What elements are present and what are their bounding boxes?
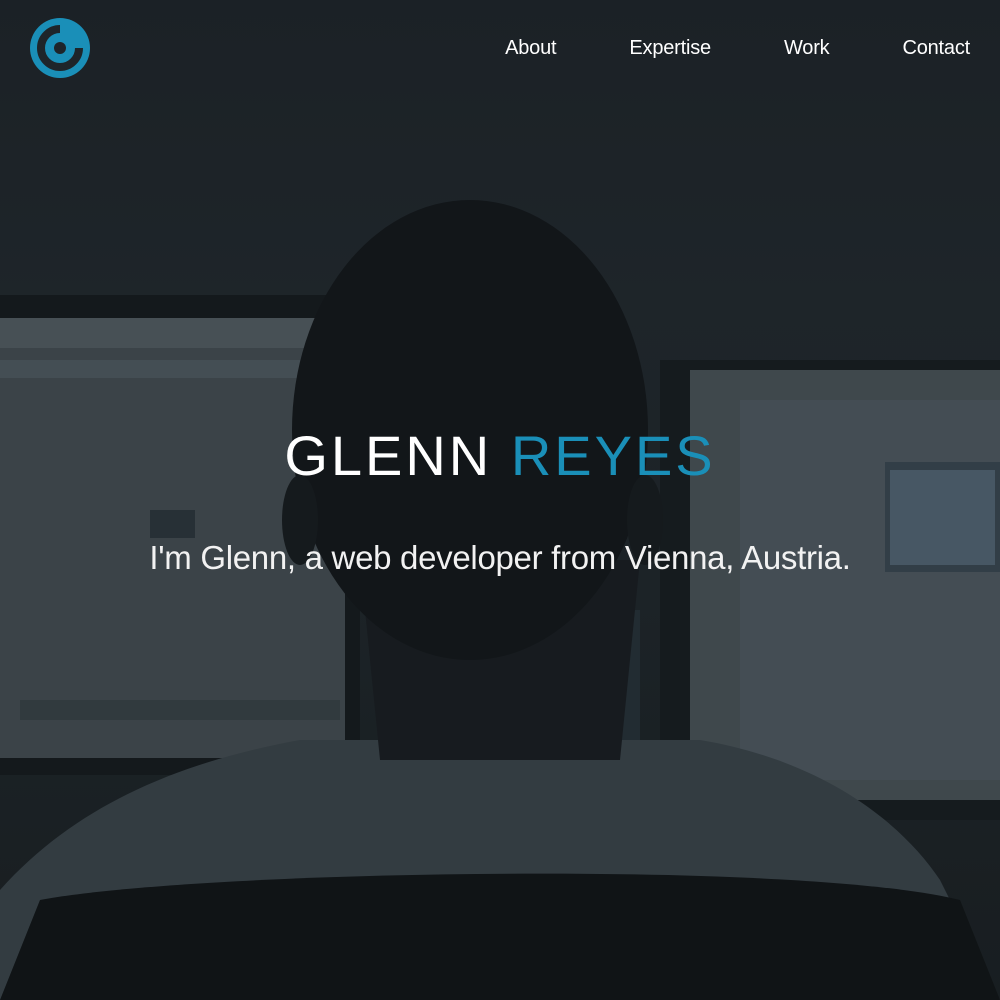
- dark-overlay: [0, 0, 1000, 1000]
- nav-link-work[interactable]: Work: [784, 34, 830, 62]
- top-navigation: About Expertise Work Contact: [0, 0, 1000, 96]
- nav-link-expertise[interactable]: Expertise: [629, 34, 711, 62]
- title-last-name: REYES: [510, 424, 716, 487]
- hero-tagline: I'm Glenn, a web developer from Vienna, …: [149, 539, 851, 576]
- title-first-name: GLENN: [284, 424, 493, 487]
- g-logo-icon: [30, 18, 90, 78]
- page-title: GLENN REYES: [0, 420, 1000, 492]
- nav-link-contact[interactable]: Contact: [902, 34, 970, 62]
- nav-links: About Expertise Work Contact: [505, 34, 970, 62]
- logo-link[interactable]: [29, 17, 91, 79]
- hero-section: About Expertise Work Contact GLENN REYES…: [0, 0, 1000, 1000]
- nav-link-about[interactable]: About: [505, 34, 556, 62]
